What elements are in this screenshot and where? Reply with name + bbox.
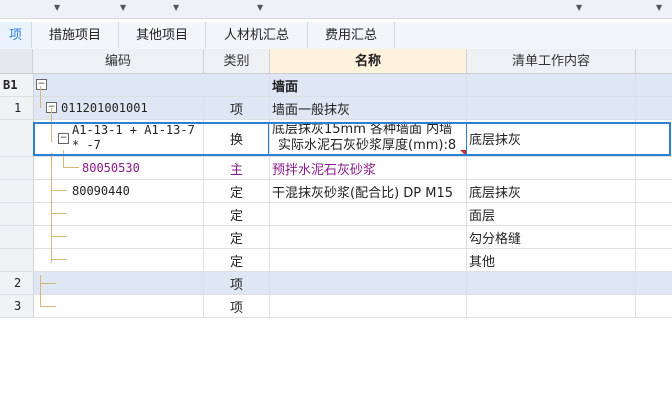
- item-type: 项: [229, 300, 243, 316]
- tab-measures[interactable]: 措施项目: [32, 22, 119, 48]
- division-name: 墙面: [272, 79, 299, 95]
- quota-type: 定: [229, 208, 243, 224]
- table-row[interactable]: − A1-13-1 + A1-13-7 * -7 换 底层抹灰15mm 各种墙面…: [0, 120, 672, 157]
- quota-type: 换: [229, 132, 243, 148]
- row-number: 2: [14, 276, 22, 290]
- quota-type: 定: [229, 231, 243, 247]
- collapse-icon[interactable]: −: [36, 79, 47, 90]
- tree-line: [40, 283, 56, 284]
- item-code: 011201001001: [61, 101, 148, 115]
- tree-line: [63, 150, 64, 167]
- tree-line: [40, 275, 41, 306]
- row-number: B1: [3, 78, 18, 92]
- dropdown-arrow-icon[interactable]: ▼: [173, 3, 179, 13]
- dropdown-arrow-icon[interactable]: ▼: [257, 3, 263, 13]
- material-name: 预拌水泥石灰砂浆: [272, 162, 377, 178]
- header-corner: [0, 49, 33, 73]
- table-row[interactable]: 定 勾分格缝: [0, 226, 672, 249]
- table-row[interactable]: B1 − 墙面: [0, 74, 672, 97]
- table-row[interactable]: 80090440 定 干混抹灰砂浆(配合比) DP M15 底层抹灰: [0, 180, 672, 203]
- work-content: 底层抹灰: [469, 185, 522, 201]
- tree-line: [40, 306, 56, 307]
- tree-line: [51, 213, 67, 214]
- work-content: 勾分格缝: [469, 231, 522, 247]
- item-name: 墙面一般抹灰: [272, 102, 351, 118]
- tree-line: [51, 190, 67, 191]
- work-content: 面层: [469, 208, 496, 224]
- header-code[interactable]: 编码: [33, 49, 204, 73]
- work-content: 其他: [469, 254, 496, 270]
- item-type: 项: [229, 102, 243, 118]
- dropdown-arrow-icon[interactable]: ▼: [656, 3, 662, 13]
- material-type: 主: [229, 162, 243, 178]
- quota-code: 80090440: [72, 184, 130, 198]
- grid-header: 编码 类别 名称 清单工作内容: [0, 49, 672, 74]
- table-row[interactable]: 定 其他: [0, 249, 672, 272]
- dropdown-arrow-icon[interactable]: ▼: [120, 3, 126, 13]
- dropdown-arrow-icon[interactable]: ▼: [54, 3, 60, 13]
- quota-name: 干混抹灰砂浆(配合比) DP M15: [272, 185, 454, 201]
- row-number: 1: [14, 101, 22, 115]
- comment-indicator-icon: [460, 150, 466, 156]
- tree-line: [51, 236, 67, 237]
- tab-cost-summary[interactable]: 费用汇总: [308, 22, 395, 48]
- table-row[interactable]: 定 面层: [0, 203, 672, 226]
- row-number: 3: [14, 299, 22, 313]
- header-work-content[interactable]: 清单工作内容: [467, 49, 636, 73]
- work-content: 底层抹灰: [469, 132, 522, 148]
- table-row[interactable]: 2 项: [0, 272, 672, 295]
- tab-bar: 项 措施项目 其他项目 人材机汇总 费用汇总: [0, 22, 672, 50]
- item-type: 项: [229, 277, 243, 293]
- dropdown-arrow-icon[interactable]: ▼: [576, 3, 582, 13]
- tree-line: [51, 153, 52, 263]
- tree-line: [51, 259, 67, 260]
- tab-items[interactable]: 项: [0, 22, 32, 48]
- tree-line: [63, 167, 79, 168]
- header-type[interactable]: 类别: [204, 49, 270, 73]
- header-name[interactable]: 名称: [270, 49, 467, 73]
- top-toolbar: ▼ ▼ ▼ ▼ ▼ ▼: [0, 0, 672, 19]
- tree-line: [40, 86, 41, 108]
- quota-type: 定: [229, 254, 243, 270]
- table-row[interactable]: 1 − 011201001001 项 墙面一般抹灰: [0, 97, 672, 120]
- tree-line: [51, 108, 52, 142]
- material-code: 80050530: [82, 161, 140, 175]
- table-row[interactable]: 3 项: [0, 295, 672, 318]
- quota-type: 定: [229, 185, 243, 201]
- table-row[interactable]: 80050530 主 预拌水泥石灰砂浆: [0, 157, 672, 180]
- tab-other-items[interactable]: 其他项目: [119, 22, 206, 48]
- header-extra: [636, 49, 672, 73]
- tab-labor-material-summary[interactable]: 人材机汇总: [206, 22, 308, 48]
- quota-name: 底层抹灰15mm 各种墙面 内墙 实际水泥石灰砂浆厚度(mm):8: [272, 122, 457, 153]
- quota-code: A1-13-1 + A1-13-7 * -7: [72, 123, 195, 152]
